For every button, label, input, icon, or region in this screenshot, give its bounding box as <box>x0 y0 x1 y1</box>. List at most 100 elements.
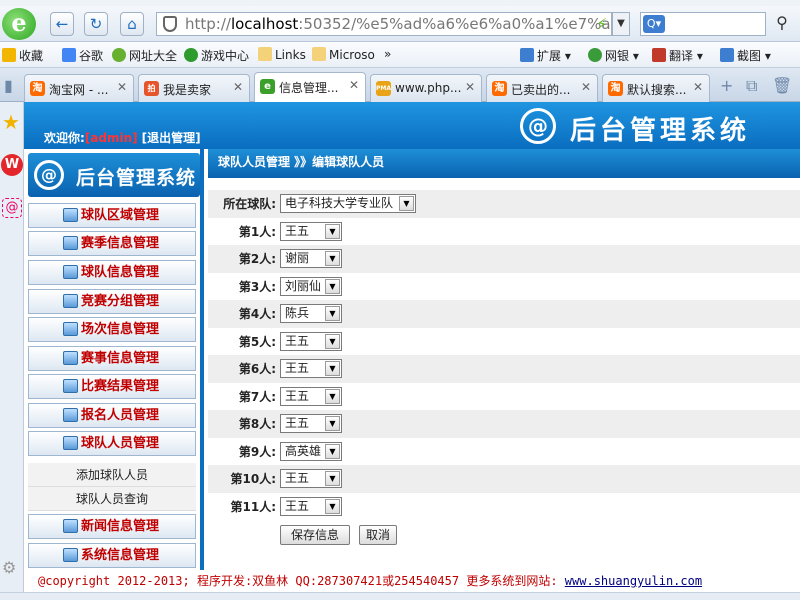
form-row: 所在球队: 电子科技大学专业队 ▼ <box>208 190 800 218</box>
star-icon <box>2 48 16 62</box>
bank-menu[interactable]: 网银 ▾ <box>588 47 639 64</box>
player-select[interactable]: 王五 ▼ <box>280 414 342 433</box>
sidebar-item-team-members[interactable]: 球队人员管理 <box>28 431 196 456</box>
new-tab-icon[interactable]: + <box>720 76 733 95</box>
favorites-item[interactable]: 谷歌 <box>62 47 103 64</box>
favorites-item[interactable]: Links <box>258 47 306 62</box>
sidebar-item-result[interactable]: 比赛结果管理 <box>28 374 196 399</box>
search-input[interactable]: Q▾ <box>640 12 766 36</box>
team-select-value: 电子科技大学专业队 <box>285 196 394 210</box>
player-select[interactable]: 刘丽仙 ▼ <box>280 277 342 296</box>
sidebar-item-label: 球队区域管理 <box>81 208 160 223</box>
weibo-icon[interactable]: W <box>1 154 23 176</box>
tab-label: 默认搜索... <box>627 83 687 97</box>
sidebar-item-label: 赛季信息管理 <box>81 236 160 251</box>
cancel-button[interactable]: 取消 <box>359 525 397 545</box>
favorites-more[interactable]: » <box>384 47 391 61</box>
close-icon[interactable]: ✕ <box>693 80 703 94</box>
address-dropdown-icon[interactable]: ▼ <box>612 12 630 36</box>
sidebar-item-system[interactable]: 系统信息管理 <box>28 543 196 568</box>
sidebar-item-team-info[interactable]: 球队信息管理 <box>28 260 196 285</box>
sidebar-item-news[interactable]: 新闻信息管理 <box>28 514 196 539</box>
chevron-down-icon[interactable]: ▼ <box>325 251 340 266</box>
player-select[interactable]: 王五 ▼ <box>280 222 342 241</box>
close-icon[interactable]: ✕ <box>233 80 243 94</box>
back-arrow-icon[interactable]: ← <box>50 12 74 36</box>
restore-tabs-icon[interactable]: ⧉ <box>746 76 757 96</box>
browser-tab-active[interactable]: e 信息管理... ✕ <box>254 72 366 102</box>
favorites-item[interactable]: Microso <box>312 47 375 62</box>
player-select[interactable]: 王五 ▼ <box>280 387 342 406</box>
chevron-down-icon[interactable]: ▼ <box>325 334 340 349</box>
chevron-down-icon[interactable]: ▼ <box>325 416 340 431</box>
browser-tab[interactable]: 淘已卖出的... ✕ <box>486 74 598 102</box>
translate-icon <box>652 48 666 62</box>
sidebar-item-season[interactable]: 赛季信息管理 <box>28 231 196 256</box>
favorites-item[interactable]: 收藏 <box>2 47 43 64</box>
search-icon[interactable]: ⚲ <box>768 12 796 36</box>
chevron-down-icon[interactable]: ▼ <box>325 361 340 376</box>
team-label: 所在球队: <box>223 197 276 211</box>
favorites-item[interactable]: 网址大全 <box>112 47 177 64</box>
copyright-text: @copyright 2012-2013; 程序开发:双鱼林 QQ:287307… <box>38 574 558 588</box>
screenshot-menu[interactable]: 截图 ▾ <box>720 47 771 64</box>
browser-tab[interactable]: 淘默认搜索... ✕ <box>602 74 710 102</box>
chevron-down-icon[interactable]: ▼ <box>325 389 340 404</box>
gear-icon[interactable]: ⚙ <box>2 558 16 577</box>
mail-icon[interactable]: @ <box>2 198 22 218</box>
team-select[interactable]: 电子科技大学专业队 ▼ <box>280 194 416 213</box>
chevron-down-icon[interactable]: ▼ <box>325 279 340 294</box>
logout-link[interactable]: [退出管理] <box>142 131 201 145</box>
form-row: 第1人: 王五 ▼ <box>208 218 800 246</box>
refresh-icon[interactable]: ↻ <box>84 12 108 36</box>
sidebar-item-group[interactable]: 竞赛分组管理 <box>28 289 196 314</box>
player-select[interactable]: 陈兵 ▼ <box>280 304 342 323</box>
player-select[interactable]: 王五 ▼ <box>280 332 342 351</box>
chevron-down-icon[interactable]: ▼ <box>325 306 340 321</box>
taobao-icon: 淘 <box>30 81 45 96</box>
translate-menu[interactable]: 翻译 ▾ <box>652 47 703 64</box>
browser-tab[interactable]: PMA www.php... ✕ <box>370 74 482 102</box>
extensions-menu[interactable]: 扩展 ▾ <box>520 47 571 64</box>
player-select[interactable]: 高英雄 ▼ <box>280 442 342 461</box>
sidebar-item-event[interactable]: 赛事信息管理 <box>28 346 196 371</box>
form-row: 第7人: 王五 ▼ <box>208 383 800 411</box>
lightning-icon[interactable]: ⚡ <box>596 13 607 35</box>
browser-tab[interactable]: 拍我是卖家 ✕ <box>138 74 250 102</box>
chevron-down-icon[interactable]: ▼ <box>399 196 414 211</box>
player-select[interactable]: 谢丽 ▼ <box>280 249 342 268</box>
close-icon[interactable]: ✕ <box>349 78 359 92</box>
close-icon[interactable]: ✕ <box>465 80 475 94</box>
website-link[interactable]: www.shuangyulin.com <box>565 574 702 588</box>
address-bar[interactable]: http://localhost:50352/%e5%ad%a6%e6%a0%a… <box>156 12 612 36</box>
star-icon[interactable]: ★ <box>2 112 22 132</box>
sidebar-toggle-icon[interactable]: ▮ <box>4 76 13 95</box>
home-icon[interactable]: ⌂ <box>120 12 144 36</box>
page-header: 欢迎你:[admin] [退出管理] @ 后台管理系统 <box>24 102 800 149</box>
search-engine-icon[interactable]: Q▾ <box>643 15 665 33</box>
close-icon[interactable]: ✕ <box>581 80 591 94</box>
brand-title: 后台管理系统 <box>570 116 751 146</box>
sidebar-item-registration[interactable]: 报名人员管理 <box>28 403 196 428</box>
favorites-item[interactable]: 游戏中心 <box>184 47 249 64</box>
browser-logo-icon[interactable]: e <box>2 8 36 40</box>
player-label: 第4人: <box>238 307 276 321</box>
chevron-down-icon[interactable]: ▼ <box>325 224 340 239</box>
sidebar-item-team-region[interactable]: 球队区域管理 <box>28 203 196 228</box>
sidebar-item-match-session[interactable]: 场次信息管理 <box>28 317 196 342</box>
player-select-value: 王五 <box>285 224 310 238</box>
player-select[interactable]: 王五 ▼ <box>280 469 342 488</box>
form-row: 第6人: 王五 ▼ <box>208 355 800 383</box>
save-button[interactable]: 保存信息 <box>280 525 350 545</box>
browser-tab[interactable]: 淘淘宝网 - ... ✕ <box>24 74 134 102</box>
submenu-query-members[interactable]: 球队人员查询 <box>28 487 196 511</box>
chevron-down-icon[interactable]: ▼ <box>325 444 340 459</box>
player-select[interactable]: 王五 ▼ <box>280 359 342 378</box>
player-label: 第1人: <box>238 225 276 239</box>
close-icon[interactable]: ✕ <box>117 80 127 94</box>
submenu-add-member[interactable]: 添加球队人员 <box>28 463 196 487</box>
chevron-down-icon[interactable]: ▼ <box>325 471 340 486</box>
trash-icon[interactable]: 🗑 <box>772 76 792 95</box>
player-select[interactable]: 王五 ▼ <box>280 497 342 516</box>
chevron-down-icon[interactable]: ▼ <box>325 499 340 514</box>
